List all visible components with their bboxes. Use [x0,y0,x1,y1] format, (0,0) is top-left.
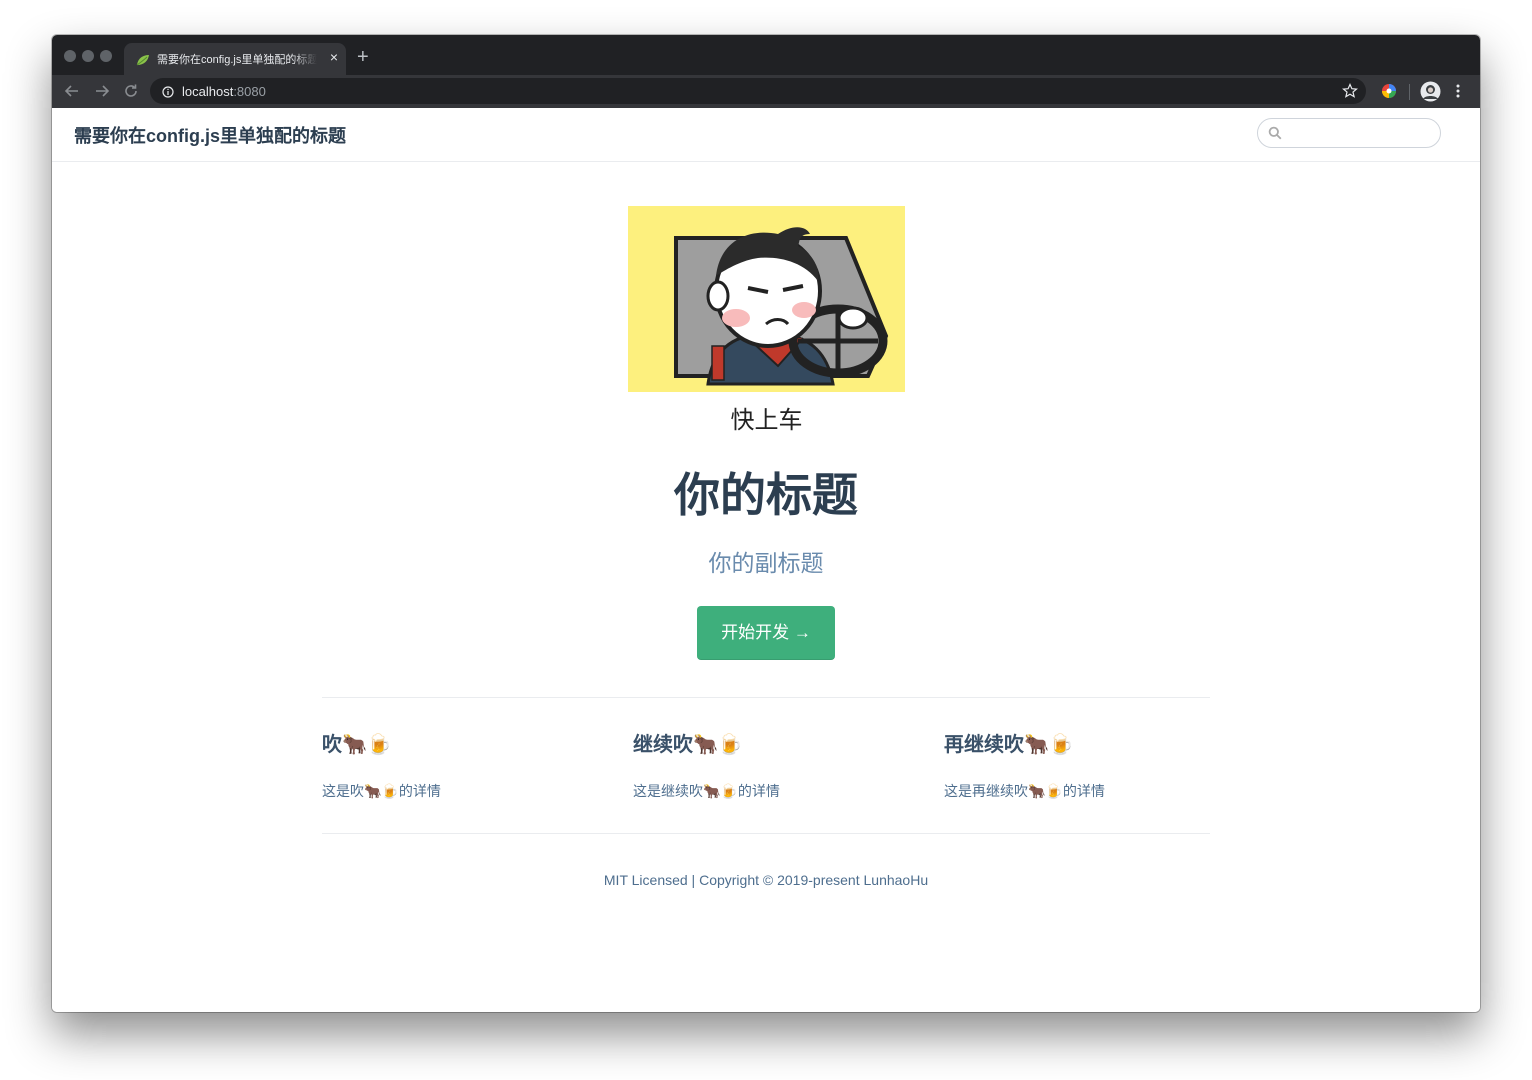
tab-strip: 需要你在config.js里单独配的标题 × + [52,35,1480,75]
zoom-window-button[interactable] [100,50,112,62]
feature-details: 这是再继续吹🐂🍺的详情 [944,783,1105,799]
hero-driver-meme-image [628,206,905,392]
bookmark-star-icon[interactable] [1342,83,1358,104]
profile-avatar-icon[interactable] [1420,81,1441,107]
page-viewport: 需要你在config.js里单独配的标题 快上车 你的标题 你的副标题 开始开发… [52,108,1480,1012]
search-box[interactable] [1257,118,1441,148]
close-window-button[interactable] [64,50,76,62]
footer-divider [322,833,1210,834]
new-tab-button[interactable]: + [357,47,369,67]
site-title-link[interactable]: 需要你在config.js里单独配的标题 [74,122,346,148]
forward-arrow-icon[interactable] [94,83,110,104]
feature-card: 吹🐂🍺 这是吹🐂🍺的详情 [322,733,612,799]
tab-title: 需要你在config.js里单独配的标题 [157,54,317,66]
more-menu-icon[interactable] [1455,83,1461,104]
browser-tab[interactable]: 需要你在config.js里单独配的标题 × [124,43,346,75]
hero-subtitle: 你的副标题 [708,550,824,576]
site-info-icon[interactable] [162,85,174,103]
hero-image-caption: 快上车 [730,407,803,434]
feature-title: 继续吹🐂🍺 [633,734,743,756]
url-host: localhost [182,84,234,99]
site-navbar: 需要你在config.js里单独配的标题 [52,108,1480,162]
extension-colorwheel-icon[interactable] [1380,82,1398,105]
back-arrow-icon[interactable] [64,83,80,104]
address-bar[interactable]: localhost:8080 [150,78,1366,104]
toolbar-separator [1409,84,1410,100]
search-icon [1268,126,1282,145]
feature-details: 这是吹🐂🍺的详情 [322,783,441,799]
browser-toolbar: localhost:8080 [52,75,1480,108]
browser-window: 需要你在config.js里单独配的标题 × + localhost:8080 [52,35,1480,1012]
feature-title: 再继续吹🐂🍺 [944,734,1074,756]
tab-close-icon[interactable]: × [330,49,338,65]
feature-card: 继续吹🐂🍺 这是继续吹🐂🍺的详情 [633,733,923,799]
features-top-divider [322,697,1210,698]
get-started-button[interactable]: 开始开发 → [697,606,835,660]
url-port: :8080 [233,84,266,99]
feature-title: 吹🐂🍺 [322,734,392,756]
url-text: localhost:8080 [182,84,266,99]
search-input[interactable] [1286,123,1435,145]
feature-card: 再继续吹🐂🍺 这是再继续吹🐂🍺的详情 [944,733,1234,799]
leaf-favicon-icon [136,53,150,71]
hero-title: 你的标题 [674,469,858,521]
minimize-window-button[interactable] [82,50,94,62]
feature-details: 这是继续吹🐂🍺的详情 [633,783,780,799]
site-footer: MIT Licensed | Copyright © 2019-present … [603,872,929,888]
reload-icon[interactable] [123,83,139,104]
